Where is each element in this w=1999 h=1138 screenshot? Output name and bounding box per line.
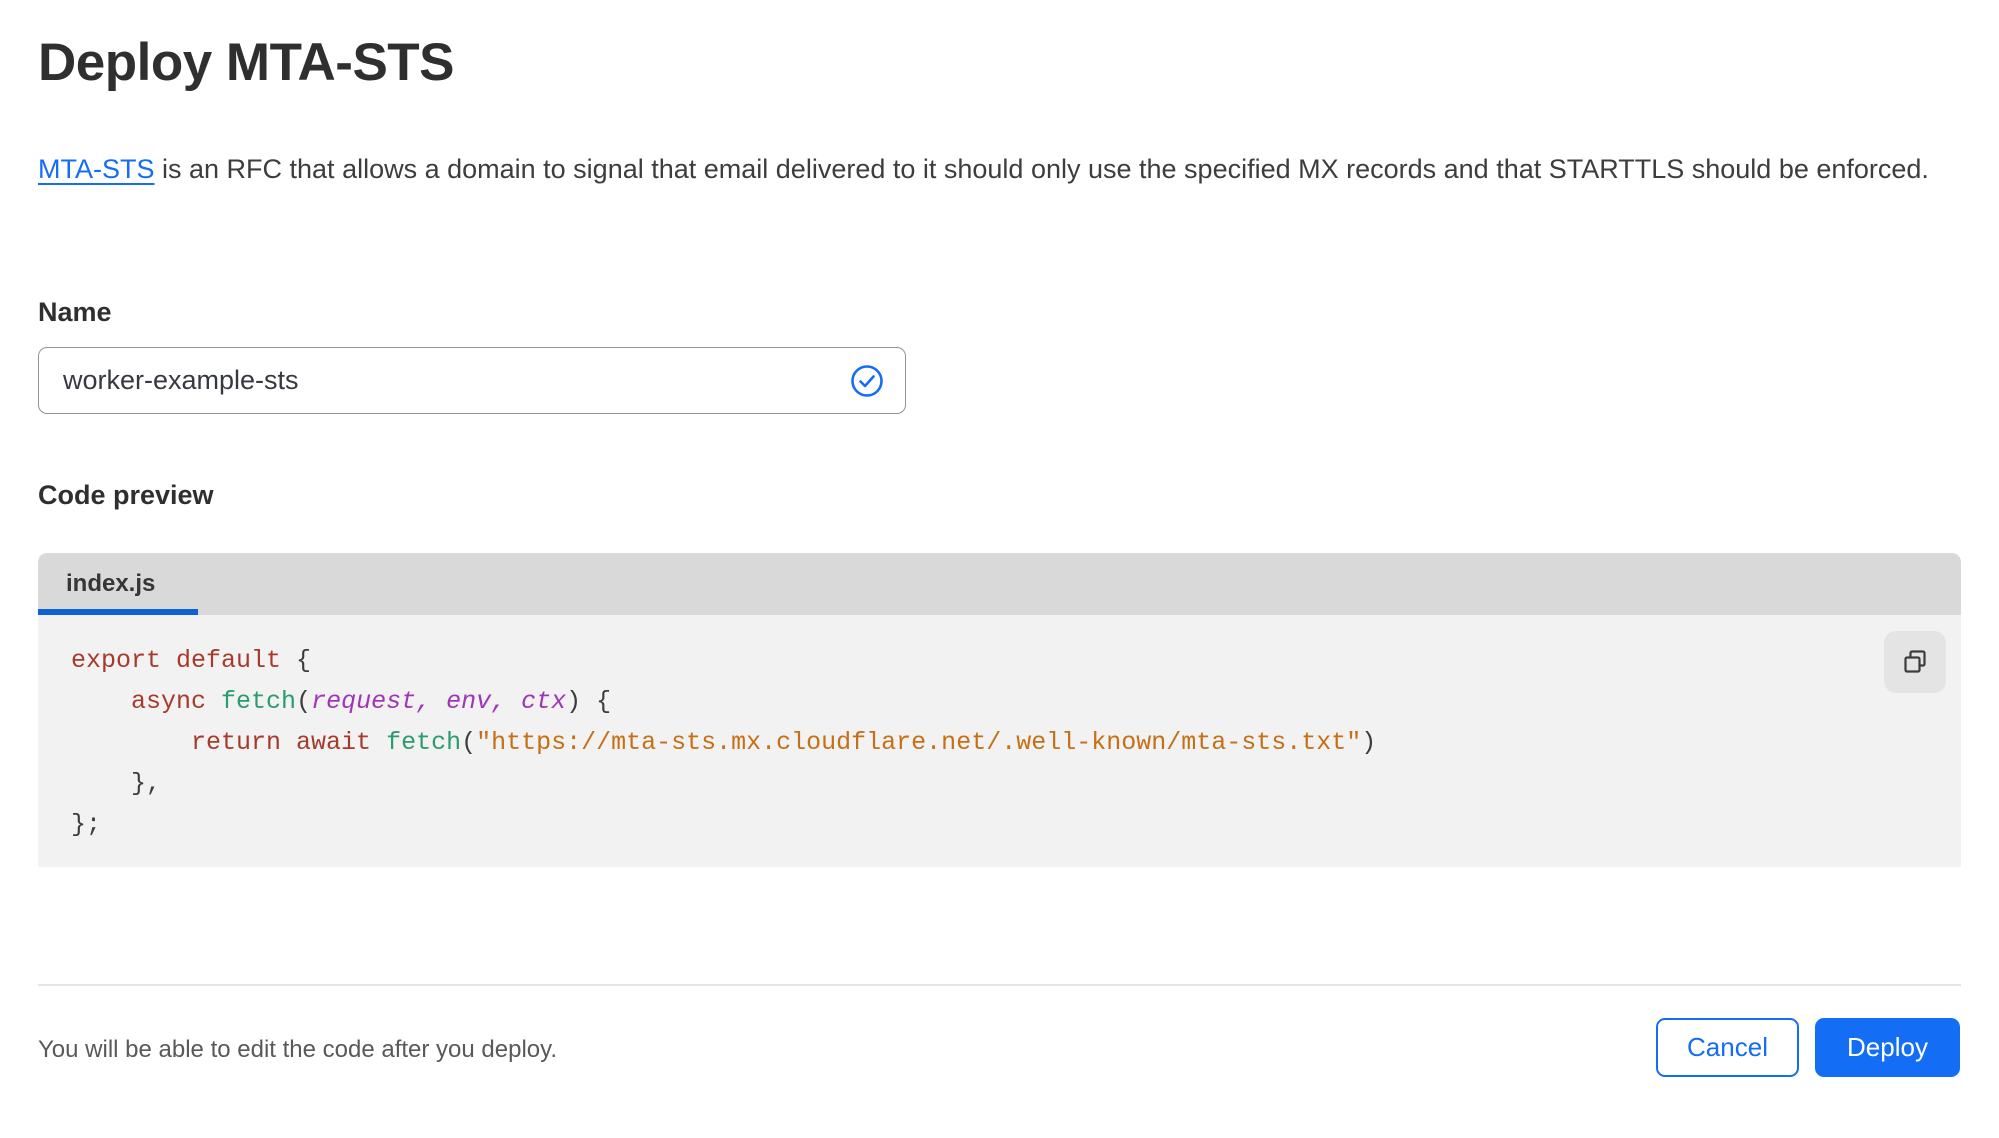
footer-actions: Cancel Deploy: [1656, 1018, 1960, 1077]
copy-icon: [1900, 647, 1930, 677]
tab-index-js[interactable]: index.js: [38, 553, 198, 615]
code-content: export default { async fetch(request, en…: [71, 646, 1377, 839]
description-text: is an RFC that allows a domain to signal…: [154, 154, 1929, 184]
deploy-button[interactable]: Deploy: [1815, 1018, 1960, 1077]
code-preview-label: Code preview: [38, 480, 214, 510]
cancel-button[interactable]: Cancel: [1656, 1018, 1799, 1077]
footer-divider: [38, 984, 1961, 986]
code-block: export default { async fetch(request, en…: [38, 615, 1961, 867]
code-tabbar: index.js: [38, 553, 1961, 615]
tab-label: index.js: [66, 570, 156, 597]
name-input-wrap: [38, 347, 906, 414]
footer-note: You will be able to edit the code after …: [38, 1036, 558, 1063]
check-circle-icon: [849, 363, 885, 399]
name-input[interactable]: [63, 365, 849, 396]
mta-sts-link[interactable]: MTA-STS: [38, 154, 155, 184]
deploy-mta-sts-page: Deploy MTA-STS MTA-STS is an RFC that al…: [0, 0, 1999, 1138]
copy-button[interactable]: [1884, 631, 1946, 693]
description: MTA-STS is an RFC that allows a domain t…: [38, 146, 1933, 192]
name-label: Name: [38, 297, 112, 327]
page-title: Deploy MTA-STS: [38, 33, 455, 92]
